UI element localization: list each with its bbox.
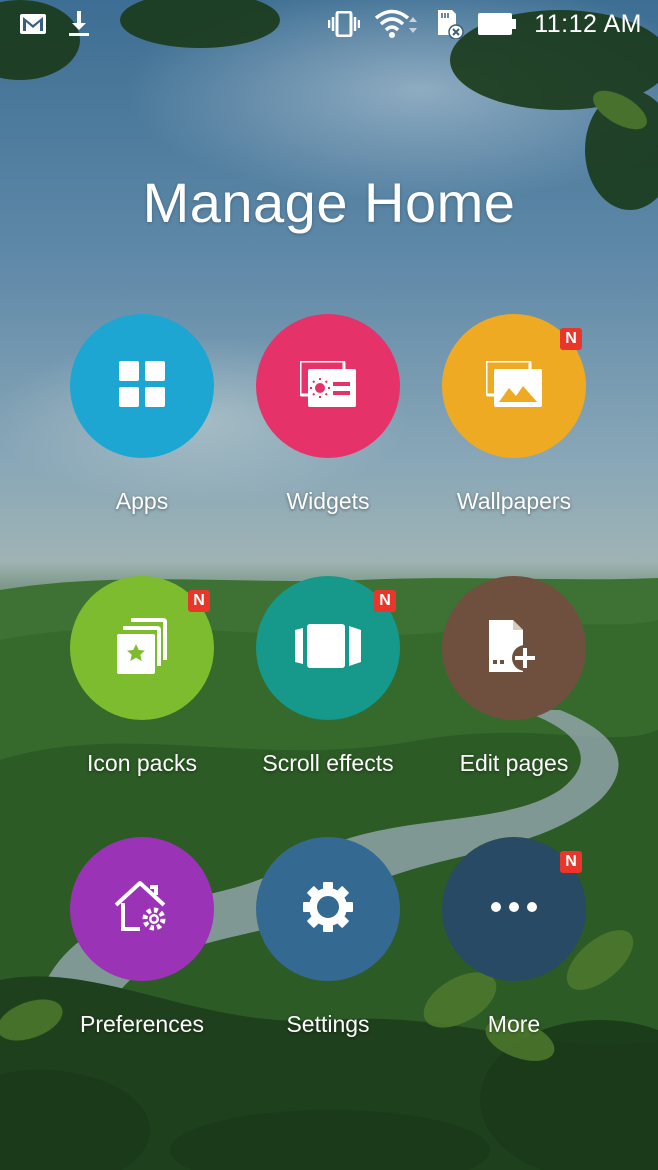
apps-button[interactable] <box>70 314 214 458</box>
settings-gear-icon <box>303 881 353 937</box>
tile-label-edit-pages: Edit pages <box>459 750 569 776</box>
scroll-effects-icon <box>295 623 361 673</box>
edit-pages-button[interactable] <box>442 576 586 720</box>
widgets-icon <box>298 359 356 412</box>
preferences-icon <box>114 879 170 938</box>
widgets-button[interactable] <box>256 314 400 458</box>
new-badge: N <box>560 851 582 873</box>
new-badge: N <box>560 328 582 350</box>
tile-scroll-effects[interactable]: N Scroll effects <box>238 576 418 826</box>
tile-label-wallpapers: Wallpapers <box>456 488 572 514</box>
tile-label-more: More <box>487 1011 541 1037</box>
tile-apps[interactable]: Apps <box>52 314 232 564</box>
wallpapers-icon <box>484 359 542 412</box>
tile-settings[interactable]: Settings <box>238 837 418 1087</box>
tile-wallpapers[interactable]: N Wallpapers <box>424 314 604 564</box>
new-badge: N <box>188 590 210 612</box>
icon-packs-icon <box>117 617 167 679</box>
apps-grid-icon <box>119 360 165 412</box>
manage-home-grid: Apps Widgets N Wallpapers N Icon packs N… <box>0 0 658 1170</box>
tile-edit-pages[interactable]: Edit pages <box>424 576 604 826</box>
settings-button[interactable] <box>256 837 400 981</box>
edit-pages-icon <box>489 619 539 677</box>
tile-more[interactable]: N More <box>424 837 604 1087</box>
more-dots-icon <box>490 900 538 918</box>
tile-preferences[interactable]: Preferences <box>52 837 232 1087</box>
tile-widgets[interactable]: Widgets <box>238 314 418 564</box>
tile-icon-packs[interactable]: N Icon packs <box>52 576 232 826</box>
new-badge: N <box>374 590 396 612</box>
preferences-button[interactable] <box>70 837 214 981</box>
